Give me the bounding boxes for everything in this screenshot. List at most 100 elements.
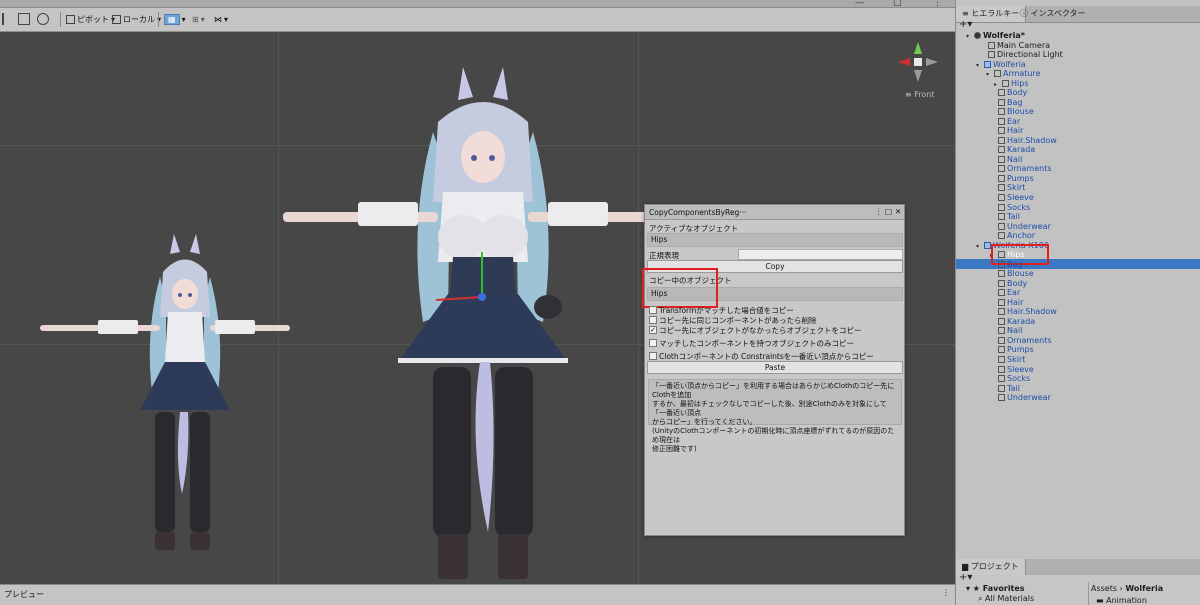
hierarchy-item-wolferia-child[interactable]: Body (990, 88, 1027, 97)
option-checkbox-5[interactable] (649, 352, 657, 360)
hierarchy-item-wolferia-child[interactable]: Socks (990, 203, 1030, 212)
hierarchy-item-wolferia-child[interactable]: Karada (990, 145, 1035, 154)
toolbar-left-icons (2, 11, 6, 27)
maximize-icon[interactable]: □ (893, 0, 902, 8)
hierarchy-item-x100-child[interactable]: Socks (990, 374, 1030, 383)
breadcrumb-wolferia[interactable]: Wolferia (1125, 584, 1163, 593)
copy-components-window: CopyComponentsByReg··· ⋮ □ ✕ アクティブなオブジェク… (642, 204, 905, 536)
all-materials-item[interactable]: ⌕ All Materials (978, 594, 1034, 603)
orientation-gizmo[interactable] (896, 40, 940, 84)
hierarchy-item-wolferia-child[interactable]: Hair (990, 126, 1023, 135)
hierarchy-item-wolferia-child[interactable]: Ornaments (990, 164, 1052, 173)
hierarchy-item-label: Blouse (1007, 107, 1034, 116)
gameobject-icon (998, 165, 1005, 172)
hierarchy-item-x100-child[interactable]: Skirt (990, 355, 1025, 364)
hierarchy-item-wolferia-child[interactable]: Blouse (990, 107, 1034, 116)
hierarchy-item-label: Bag (1007, 98, 1023, 107)
rect-tool-button[interactable] (18, 11, 30, 27)
hierarchy-item-directional-light[interactable]: Directional Light (980, 50, 1063, 59)
hierarchy-item-wolferia-child[interactable]: Underwear (990, 222, 1051, 231)
add-object-button[interactable]: +▾ (959, 19, 972, 30)
hierarchy-item-wolferia[interactable]: ▾ Wolferia (976, 60, 1026, 69)
note-line: 修正困難です) (652, 445, 697, 453)
paste-button[interactable]: Paste (647, 361, 903, 374)
breadcrumb-assets[interactable]: Assets (1091, 584, 1117, 593)
hierarchy-item-x100-child[interactable]: Bag (990, 260, 1022, 269)
grid-snap-button[interactable]: ▦ ▾ (164, 11, 186, 27)
hierarchy-item-wolferia-child[interactable]: Pumps (990, 174, 1034, 183)
project-body: +▾ ▾ ★ Favorites ⌕ All Materials Assets … (956, 572, 1200, 605)
hierarchy-item-x100-child[interactable]: Tail (990, 384, 1020, 393)
transform-tool-button[interactable] (37, 11, 49, 27)
hierarchy-item-x100-child[interactable]: Nail (990, 326, 1022, 335)
tab-inspector[interactable]: ⓘ インスペクター (1014, 6, 1092, 22)
hierarchy-item-label: Blouse (1007, 269, 1034, 278)
hierarchy-item-label: Hair.Shadow (1007, 307, 1057, 316)
hierarchy-item-main-camera[interactable]: Main Camera (980, 41, 1050, 50)
hierarchy-item-x100-child[interactable]: Ornaments (990, 336, 1052, 345)
snap-increment-dropdown[interactable]: ⊞ ▾ (192, 11, 205, 27)
hierarchy-item-label: Sleeve (1007, 193, 1034, 202)
hierarchy-item-armature-hips[interactable]: ▸ Hips (994, 79, 1028, 88)
hierarchy-item-x100-child[interactable]: Underwear (990, 393, 1051, 402)
menu-dots-icon[interactable]: ⋮ (933, 0, 942, 8)
hierarchy-item-wolferia-child[interactable]: Ear (990, 117, 1020, 126)
hierarchy-item-x100-child[interactable]: Pumps (990, 345, 1034, 354)
active-object-field[interactable]: Hips (647, 233, 903, 247)
expand-arrow-icon[interactable]: ▾ (966, 32, 974, 41)
hierarchy-item-x100-child[interactable]: Ear (990, 288, 1020, 297)
chevron-down-icon: ▾ (181, 14, 186, 24)
small-character-model[interactable] (40, 232, 300, 552)
hierarchy-item-scene-root[interactable]: ▾ Wolferia* (966, 31, 1025, 40)
hierarchy-item-wolferia-child[interactable]: Tail (990, 212, 1020, 221)
expand-arrow-icon[interactable]: ▾ (986, 70, 994, 79)
minimize-icon[interactable]: — (855, 0, 864, 8)
hierarchy-item-wolferia-child[interactable]: Hair.Shadow (990, 136, 1057, 145)
animation-folder[interactable]: ▬ Animation (1096, 596, 1147, 605)
expand-arrow-icon[interactable]: ▾ (976, 61, 984, 70)
menu-dots-icon[interactable]: ⋮ (942, 588, 950, 597)
hierarchy-item-armature[interactable]: ▾ Armature (986, 69, 1041, 78)
hierarchy-item-wolferia-child[interactable]: Nail (990, 155, 1022, 164)
favorites-header[interactable]: ▾ ★ Favorites (966, 584, 1025, 593)
preview-tab[interactable]: プレビュー (4, 589, 44, 600)
toolbar-divider (158, 12, 159, 27)
local-dropdown[interactable]: ローカル ▾ (112, 11, 161, 27)
expand-arrow-icon[interactable]: ▾ (976, 242, 984, 251)
hierarchy-item-label: Karada (1007, 317, 1036, 326)
hierarchy-item-x100-child[interactable]: Karada (990, 317, 1035, 326)
prefab-icon (984, 242, 991, 249)
add-asset-button[interactable]: +▾ (959, 572, 972, 583)
hierarchy-item-x100-child[interactable]: Hair.Shadow (990, 307, 1057, 316)
hierarchy-item-x100-child[interactable]: Sleeve (990, 365, 1034, 374)
close-icon[interactable]: ✕ (895, 207, 901, 216)
option-checkbox-1[interactable] (649, 306, 657, 314)
hierarchy-item-wolferia-child[interactable]: Bag (990, 98, 1022, 107)
hierarchy-item-x100-child[interactable]: Hair (990, 298, 1023, 307)
option-checkbox-2[interactable] (649, 316, 657, 324)
option-checkbox-3[interactable]: ✓ (649, 326, 657, 334)
folder-label: Animation (1106, 596, 1147, 605)
option-checkbox-4[interactable] (649, 339, 657, 347)
hierarchy-item-wolferia-child[interactable]: Skirt (990, 183, 1025, 192)
hierarchy-item-label: Ornaments (1007, 164, 1052, 173)
hierarchy-item-wolferia-child[interactable]: Anchor (990, 231, 1035, 240)
hierarchy-item-label: Hair (1007, 126, 1024, 135)
gameobject-icon (998, 99, 1005, 106)
hierarchy-item-label: Skirt (1007, 355, 1026, 364)
handle-icon (2, 13, 6, 25)
large-character-model[interactable] (258, 62, 708, 584)
incremental-snap-dropdown[interactable]: ⋈ ▾ (214, 11, 228, 27)
menu-dots-icon[interactable]: ⋮ (875, 207, 883, 216)
pivot-dropdown[interactable]: ピボット ▾ (66, 11, 115, 27)
hierarchy-item-x100-child[interactable]: Body (990, 279, 1027, 288)
hierarchy-item-wolferia-child[interactable]: Sleeve (990, 193, 1034, 202)
view-orientation-label[interactable]: ≡ Front (905, 90, 934, 99)
option-label-4: マッチしたコンポーネントを持つオブジェクトのみコピー (659, 339, 854, 348)
window-titlebar[interactable]: CopyComponentsByReg··· ⋮ □ ✕ (645, 205, 904, 220)
hierarchy-item-label: Pumps (1007, 345, 1034, 354)
hierarchy-item-x100-child[interactable]: Blouse (990, 269, 1034, 278)
regex-input[interactable] (738, 249, 903, 260)
maximize-icon[interactable]: □ (885, 207, 892, 216)
hierarchy-item-label: Sleeve (1007, 365, 1034, 374)
